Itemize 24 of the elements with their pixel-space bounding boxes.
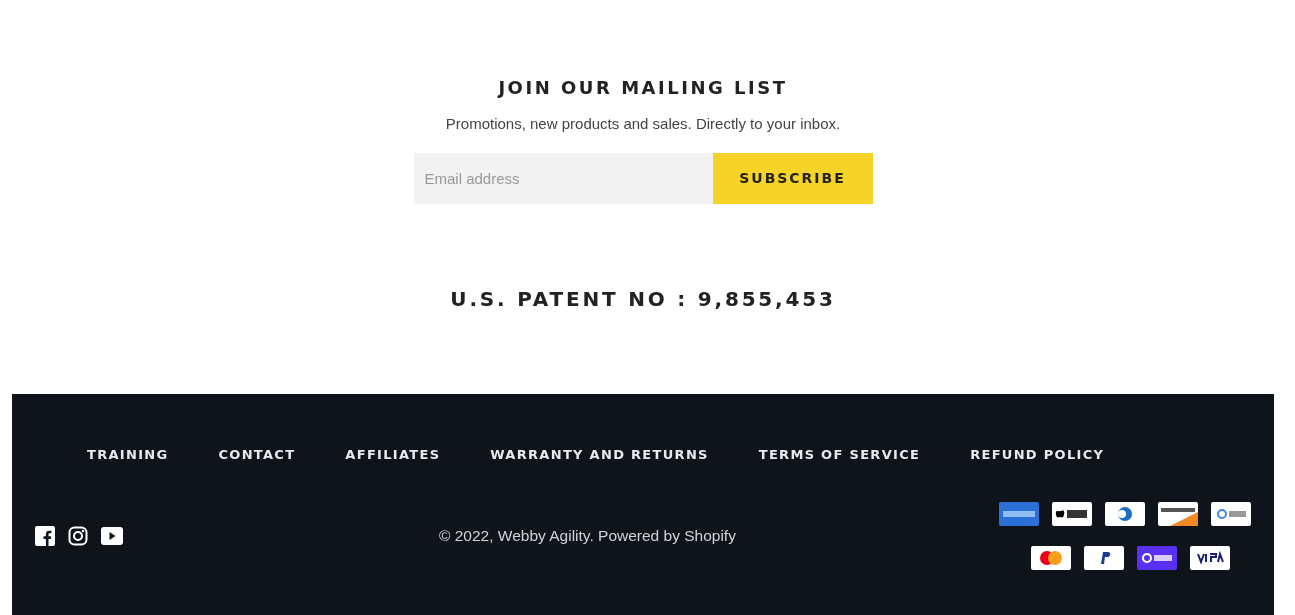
section-heading: JOIN OUR MAILING LIST bbox=[498, 76, 788, 100]
payment-card-icon bbox=[1137, 546, 1177, 570]
instagram-icon[interactable] bbox=[68, 526, 88, 546]
payment-card-icon bbox=[1084, 546, 1124, 570]
payment-card-icon bbox=[1190, 546, 1230, 570]
footer-link[interactable]: REFUND POLICY bbox=[970, 444, 1105, 464]
footer-link[interactable]: TRAINING bbox=[87, 444, 169, 464]
patent-number: U.S. PATENT NO : 9,855,453 bbox=[450, 285, 836, 313]
payment-card-icon bbox=[1031, 546, 1071, 570]
footer-link[interactable]: TERMS OF SERVICE bbox=[758, 444, 921, 464]
footer-link[interactable]: CONTACT bbox=[218, 444, 296, 464]
email-input-field[interactable]: Email address bbox=[413, 152, 713, 204]
subscribe-button[interactable]: SUBSCRIBE bbox=[712, 152, 873, 204]
payment-card-icon bbox=[1052, 502, 1092, 526]
play-icon[interactable] bbox=[101, 526, 123, 546]
facebook-icon[interactable] bbox=[35, 526, 55, 546]
payment-card-icon bbox=[1158, 502, 1198, 526]
footer-link[interactable]: AFFILIATES bbox=[345, 444, 441, 464]
payment-card-icon bbox=[1211, 502, 1251, 526]
payment-card-icon bbox=[999, 502, 1039, 526]
payment-card-icon bbox=[1105, 502, 1145, 526]
newsletter-description: Promotions, new products and sales. Directly to your inbox. bbox=[445, 114, 841, 134]
footer-link[interactable]: WARRANTY AND RETURNS bbox=[490, 444, 709, 464]
copyright-text: © 2022, Webby Agility. Powered by Shopify bbox=[439, 526, 736, 547]
